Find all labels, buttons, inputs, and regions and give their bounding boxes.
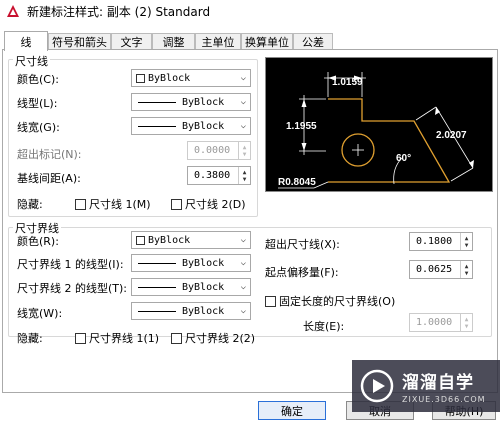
spinner-arrows-icon[interactable]: ▲ ▼ xyxy=(460,233,472,250)
baseline-spacing-spinner[interactable]: 0.3800 ▲ ▼ xyxy=(187,166,251,185)
suppress-extline-2-label: 尺寸界线 2(2) xyxy=(185,332,256,345)
extend-beyond-value: 0.1800 xyxy=(416,236,453,247)
dimension-lines-title: 尺寸线 xyxy=(13,53,50,69)
preview-dim-radius: R0.8045 xyxy=(278,177,316,188)
suppress-dimline-1-checkbox[interactable]: 尺寸线 1(M) xyxy=(75,196,151,212)
extline-suppress-label: 隐藏: xyxy=(17,332,43,345)
tab-alternate-units[interactable]: 换算单位 xyxy=(241,33,293,50)
checkbox-box xyxy=(265,295,276,307)
dimline-color-select[interactable]: ByBlock ⌵ xyxy=(131,69,251,87)
preview-drawing: 1.0159 1.1955 2.0207 60° R0.8045 xyxy=(278,72,474,189)
preview-dim-top: 1.0159 xyxy=(332,77,363,88)
dimline-lineweight-select[interactable]: ByBlock ⌵ xyxy=(131,117,251,135)
linetype-sample xyxy=(138,101,176,103)
dimline-lineweight-label: 线宽(G): xyxy=(17,121,60,134)
extline1-linetype-select[interactable]: ByBlock ⌵ xyxy=(131,254,251,272)
tab-primary-units[interactable]: 主单位 xyxy=(195,33,241,50)
extline1-linetype-value: ByBlock xyxy=(182,257,225,269)
title-bar: 新建标注样式: 副本 (2) Standard xyxy=(0,0,500,22)
suppress-extline-2-checkbox[interactable]: 尺寸界线 2(2) xyxy=(171,330,255,346)
extline2-linetype-value: ByBlock xyxy=(182,281,225,293)
extline1-linetype-label: 尺寸界线 1 的线型(I): xyxy=(17,258,124,271)
chevron-down-icon: ⌵ xyxy=(240,73,246,83)
extline-color-select[interactable]: ByBlock ⌵ xyxy=(131,231,251,249)
extend-beyond-spinner[interactable]: 0.1800 ▲ ▼ xyxy=(409,232,473,251)
baseline-spacing-label: 基线间距(A): xyxy=(17,172,81,185)
origin-offset-label: 起点偏移量(F): xyxy=(265,266,339,279)
suppress-extline-1-label: 尺寸界线 1(1) xyxy=(89,332,160,345)
chevron-down-icon: ⌵ xyxy=(240,97,246,107)
window-title: 新建标注样式: 副本 (2) Standard xyxy=(27,4,211,19)
linetype-sample xyxy=(138,262,176,264)
tab-strip: 线 符号和箭头 文字 调整 主单位 换算单位 公差 xyxy=(0,31,500,51)
checkbox-box xyxy=(75,198,86,210)
preview-dim-left: 1.1955 xyxy=(286,121,317,132)
suppress-dimline-1-label: 尺寸线 1(M) xyxy=(89,198,151,211)
play-logo-icon xyxy=(360,369,394,403)
color-swatch xyxy=(136,73,145,83)
lineweight-sample xyxy=(138,310,176,312)
tab-symbols-arrows[interactable]: 符号和箭头 xyxy=(48,33,111,50)
origin-offset-value: 0.0625 xyxy=(416,264,453,275)
watermark-overlay: 溜溜自学 ZIXUE.3D66.COM xyxy=(352,360,500,412)
length-value: 1.0000 xyxy=(416,317,453,328)
extline2-linetype-select[interactable]: ByBlock ⌵ xyxy=(131,278,251,296)
dimline-color-label: 颜色(C): xyxy=(17,73,59,86)
tab-lines[interactable]: 线 xyxy=(4,31,48,51)
extend-ticks-label: 超出标记(N): xyxy=(17,148,82,161)
fixed-length-label: 固定长度的尺寸界线(O) xyxy=(279,295,396,308)
extend-ticks-value: 0.0000 xyxy=(194,145,231,156)
color-swatch xyxy=(136,235,145,245)
dimline-lineweight-value: ByBlock xyxy=(182,120,225,132)
checkbox-box xyxy=(171,332,182,344)
dimline-color-value: ByBlock xyxy=(148,72,191,84)
chevron-down-icon: ⌵ xyxy=(240,306,246,316)
lines-tab-panel: 尺寸线 颜色(C): ByBlock ⌵ 线型(L): ByBlock ⌵ 线宽… xyxy=(2,49,498,393)
extline-lineweight-select[interactable]: ByBlock ⌵ xyxy=(131,302,251,320)
spinner-arrows-icon[interactable]: ▲ ▼ xyxy=(460,261,472,278)
chevron-down-icon: ⌵ xyxy=(240,282,246,292)
chevron-down-icon: ⌵ xyxy=(240,121,246,131)
extline-color-value: ByBlock xyxy=(148,234,191,246)
dimline-suppress-label: 隐藏: xyxy=(17,198,43,211)
spinner-arrows-icon[interactable]: ▲ ▼ xyxy=(238,167,250,184)
spinner-arrows-icon[interactable]: ▲ ▼ xyxy=(460,314,472,331)
dimension-preview: 1.0159 1.1955 2.0207 60° R0.8045 xyxy=(265,57,493,192)
suppress-dimline-2-label: 尺寸线 2(D) xyxy=(185,198,246,211)
watermark-name: 溜溜自学 xyxy=(402,373,474,393)
checkbox-box xyxy=(75,332,86,344)
baseline-spacing-value: 0.3800 xyxy=(194,170,231,181)
autocad-icon xyxy=(5,3,21,19)
extend-beyond-label: 超出尺寸线(X): xyxy=(265,238,340,251)
suppress-extline-1-checkbox[interactable]: 尺寸界线 1(1) xyxy=(75,330,159,346)
dimline-linetype-value: ByBlock xyxy=(182,96,225,108)
ok-button[interactable]: 确定 xyxy=(258,401,326,420)
extline-lineweight-label: 线宽(W): xyxy=(17,307,63,320)
spinner-arrows-icon[interactable]: ▲ ▼ xyxy=(238,142,250,159)
suppress-dimline-2-checkbox[interactable]: 尺寸线 2(D) xyxy=(171,196,246,212)
origin-offset-spinner[interactable]: 0.0625 ▲ ▼ xyxy=(409,260,473,279)
dimline-linetype-select[interactable]: ByBlock ⌵ xyxy=(131,93,251,111)
preview-dim-angle: 60° xyxy=(396,153,411,164)
lineweight-sample xyxy=(138,125,176,127)
extline2-linetype-label: 尺寸界线 2 的线型(T): xyxy=(17,282,127,295)
tab-text[interactable]: 文字 xyxy=(111,33,152,50)
linetype-sample xyxy=(138,286,176,288)
length-spinner[interactable]: 1.0000 ▲ ▼ xyxy=(409,313,473,332)
watermark-url: ZIXUE.3D66.COM xyxy=(402,395,486,404)
chevron-down-icon: ⌵ xyxy=(240,258,246,268)
preview-shape xyxy=(328,98,451,183)
tab-fit[interactable]: 调整 xyxy=(152,33,195,50)
extline-lineweight-value: ByBlock xyxy=(182,305,225,317)
dimline-linetype-label: 线型(L): xyxy=(17,97,58,110)
preview-dim-right: 2.0207 xyxy=(436,130,467,141)
chevron-down-icon: ⌵ xyxy=(240,235,246,245)
tab-tolerances[interactable]: 公差 xyxy=(293,33,333,50)
extline-color-label: 颜色(R): xyxy=(17,235,59,248)
extend-ticks-spinner[interactable]: 0.0000 ▲ ▼ xyxy=(187,141,251,160)
length-label: 长度(E): xyxy=(303,320,345,333)
checkbox-box xyxy=(171,198,182,210)
fixed-length-checkbox[interactable]: 固定长度的尺寸界线(O) xyxy=(265,293,395,309)
